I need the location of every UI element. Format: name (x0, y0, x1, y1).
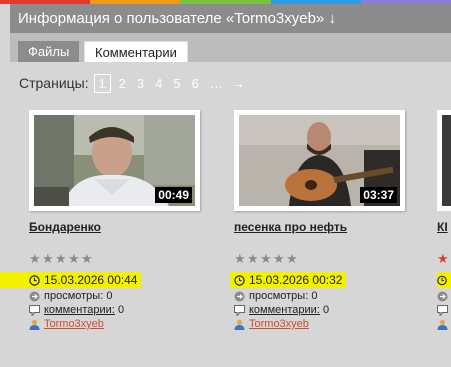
views-count: 0 (106, 290, 113, 302)
pagination: Страницы: 1 2 3 4 5 6 … → (19, 73, 245, 93)
star-icon[interactable]: ★ (286, 252, 299, 266)
views-row: просмотры: 0 (29, 290, 112, 302)
pagination-ellipsis: … (209, 75, 223, 91)
user-icon (437, 319, 448, 330)
upload-date: 15.03.2026 00:32 (249, 273, 343, 287)
page-link-6[interactable]: 6 (192, 76, 199, 91)
star-icon[interactable]: ★ (234, 252, 247, 266)
page-link-4[interactable]: 4 (155, 76, 162, 91)
comment-bubble-icon (234, 304, 245, 316)
video-title-link[interactable]: песенка про нефть (234, 220, 347, 234)
video-thumbnail: 00:49 (34, 115, 195, 206)
views-label: просмотры: (249, 290, 309, 302)
star-icon[interactable]: ★ (29, 252, 42, 266)
upload-date-row: 15.03.2026 00:44 (0, 272, 142, 288)
comments-count: 0 (322, 304, 330, 316)
pagination-label: Страницы: (19, 75, 89, 91)
star-icon[interactable]: ★ (273, 252, 286, 266)
date-highlight: 15.03.2026 00:32 (230, 272, 347, 288)
comment-bubble-icon (29, 304, 40, 316)
video-title-link[interactable]: КI (437, 220, 448, 234)
user-info-header: Информация о пользователе «Tormo3xyeb» ↓ (10, 4, 451, 33)
user-icon (29, 319, 40, 330)
star-icon[interactable]: ★ (437, 252, 449, 266)
star-icon[interactable]: ★ (247, 252, 260, 266)
author-link[interactable]: Tormo3xyeb (249, 318, 309, 330)
author-link[interactable]: Tormo3xyeb (44, 318, 104, 330)
page-link-3[interactable]: 3 (137, 76, 144, 91)
views-arrow-icon (437, 291, 448, 302)
star-icon[interactable]: ★ (42, 252, 55, 266)
video-duration: 00:49 (155, 187, 192, 203)
video-duration: 03:37 (360, 187, 397, 203)
video-thumbnail-link[interactable] (437, 110, 451, 211)
views-count: 0 (311, 290, 318, 302)
star-icon[interactable]: ★ (260, 252, 273, 266)
star-icon[interactable]: ★ (81, 252, 94, 266)
author-row: Tormo3xyeb (234, 318, 309, 330)
date-highlight (437, 272, 451, 288)
video-thumbnail: 03:37 (239, 115, 400, 206)
comments-count: 0 (117, 304, 125, 316)
user-icon (234, 319, 245, 330)
video-thumbnail-link[interactable]: 03:37 (234, 110, 405, 211)
clock-icon (437, 275, 447, 285)
comment-bubble-icon (437, 305, 448, 316)
rating-stars: ★ ★ ★ ★ ★ (234, 252, 299, 266)
author-row: Tormo3xyeb (29, 318, 104, 330)
tab-comments[interactable]: Комментарии (84, 41, 188, 62)
comments-link[interactable]: комментарии: (44, 304, 115, 316)
star-icon[interactable]: ★ (55, 252, 68, 266)
date-highlight: 15.03.2026 00:44 (0, 272, 142, 288)
comments-row: комментарии: 0 (29, 304, 124, 316)
tabs-bar: Файлы Комментарии (10, 33, 451, 62)
views-arrow-icon (29, 291, 40, 301)
clock-icon (29, 274, 40, 286)
video-title-link[interactable]: Бондаренко (29, 220, 101, 234)
upload-date-row: 15.03.2026 00:32 (230, 272, 347, 288)
clock-icon (234, 274, 245, 286)
next-page-arrow[interactable]: → (231, 75, 245, 91)
views-arrow-icon (234, 291, 245, 301)
page-title[interactable]: Информация о пользователе «Tormo3xyeb» ↓ (18, 10, 336, 27)
upload-date: 15.03.2026 00:44 (44, 273, 138, 287)
video-thumbnail-link[interactable]: 00:49 (29, 110, 200, 211)
page-link-2[interactable]: 2 (119, 76, 126, 91)
comments-link[interactable]: комментарии: (249, 304, 320, 316)
page-link-5[interactable]: 5 (173, 76, 180, 91)
tab-files[interactable]: Файлы (18, 41, 80, 62)
views-row: просмотры: 0 (234, 290, 317, 302)
views-label: просмотры: (44, 290, 104, 302)
page-current: 1 (93, 73, 111, 93)
video-thumbnail (442, 115, 451, 206)
rating-stars: ★ ★ ★ ★ ★ (29, 252, 94, 266)
comments-row: комментарии: 0 (234, 304, 329, 316)
star-icon[interactable]: ★ (68, 252, 81, 266)
video-card-partial: КI ★ (437, 110, 451, 340)
